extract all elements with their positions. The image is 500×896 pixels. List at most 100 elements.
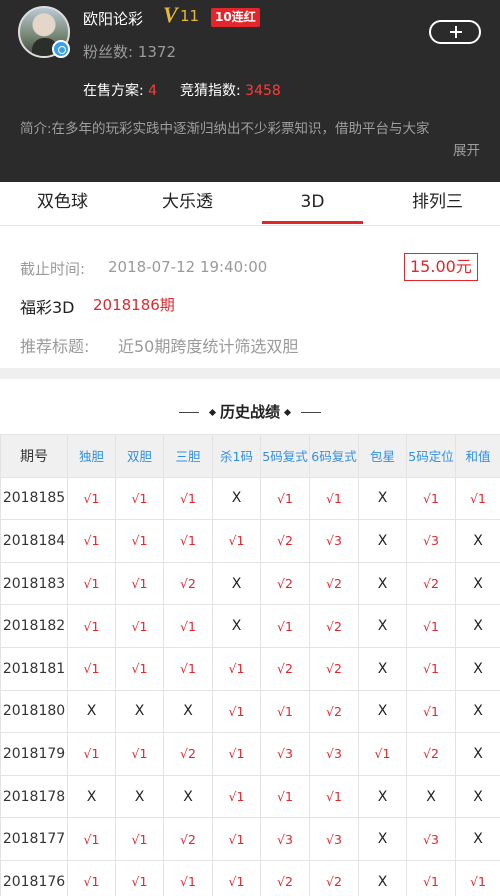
result-cell: √1 (309, 476, 359, 521)
result-cell: √2 (163, 817, 213, 861)
history-table: 期号 独胆 双胆 三胆 杀1码 5码复式 6码复式 包星 5码定位 和值 201… (0, 434, 500, 896)
tab-pailiesan[interactable]: 排列三 (375, 182, 500, 225)
column-header: 独胆 (67, 434, 116, 478)
result-cell: √1 (212, 519, 261, 563)
result-cell: √2 (260, 859, 310, 896)
result-cell: √1 (212, 646, 261, 691)
result-cell: X (455, 646, 500, 691)
tab-shuangseqiu[interactable]: 双色球 (0, 182, 125, 225)
intro: 简介:在多年的玩彩实践中逐渐归纳出不少彩票知识，借助平台与大家 展开 (20, 118, 480, 162)
plan-info: 截止时间: 2018-07-12 19:40:00 15.00元 福彩3D 20… (0, 226, 500, 368)
result-cell: X (212, 604, 261, 648)
result-cell: √1 (260, 689, 310, 734)
result-cell: √1 (115, 561, 164, 606)
result-cell: √1 (115, 646, 164, 691)
result-cell: X (212, 476, 261, 521)
result-cell: √1 (406, 859, 456, 896)
result-cell: √1 (67, 519, 116, 563)
recommend-title-label: 推荐标题: (20, 337, 90, 356)
issue-cell: 2018178 (0, 774, 68, 819)
column-header: 双胆 (115, 434, 164, 478)
lottery-tabs: 双色球 大乐透 3D 排列三 (0, 182, 500, 226)
result-cell: √3 (406, 519, 456, 563)
on-sale-label: 在售方案: (83, 83, 149, 99)
result-cell: √1 (67, 732, 116, 776)
streak-badge: 10连红 (211, 8, 260, 27)
table-row: 2018176 √1 √1 √1 √1 √2 √2 X √1 √1 (0, 859, 500, 896)
result-cell: √1 (67, 859, 116, 896)
issue-cell: 2018176 (0, 859, 68, 896)
table-row: 2018177 √1 √1 √2 √1 √3 √3 X √3 X (0, 817, 500, 861)
result-cell: √1 (67, 604, 116, 648)
guess-index-stat: 竞猜指数: 3458 (180, 80, 281, 100)
result-cell: √3 (260, 732, 310, 776)
result-cell: X (67, 774, 116, 819)
result-cell: √2 (309, 859, 359, 896)
result-cell: √1 (455, 859, 500, 896)
result-cell: √1 (163, 604, 213, 648)
column-header: 杀1码 (212, 434, 261, 478)
result-cell: X (358, 561, 407, 606)
result-cell: X (455, 519, 500, 563)
result-cell: √1 (212, 859, 261, 896)
result-cell: √2 (163, 732, 213, 776)
result-cell: √1 (406, 604, 456, 648)
follow-plus-button[interactable] (429, 20, 481, 44)
result-cell: √1 (67, 476, 116, 521)
issue-cell: 2018182 (0, 604, 68, 648)
table-row: 2018181 √1 √1 √1 √1 √2 √2 X √1 X (0, 646, 500, 691)
vip-level: 11 (180, 7, 200, 25)
result-cell: √1 (212, 774, 261, 819)
tab-3d[interactable]: 3D (250, 182, 375, 225)
result-cell: X (455, 561, 500, 606)
history-title: 历史战绩 (0, 401, 500, 422)
result-cell: √2 (309, 604, 359, 648)
result-cell: √1 (212, 689, 261, 734)
result-cell: √2 (260, 561, 310, 606)
result-cell: X (115, 689, 164, 734)
deadline-value: 2018-07-12 19:40:00 (108, 258, 268, 276)
issue-cell: 2018179 (0, 732, 68, 776)
result-cell: √3 (406, 817, 456, 861)
column-header: 期号 (0, 434, 68, 478)
result-cell: √2 (163, 561, 213, 606)
result-cell: √2 (309, 646, 359, 691)
column-header: 和值 (455, 434, 500, 478)
intro-expand-link[interactable]: 展开 (20, 140, 480, 162)
result-cell: √3 (260, 817, 310, 861)
tab-daletou[interactable]: 大乐透 (125, 182, 250, 225)
result-cell: X (358, 646, 407, 691)
result-cell: X (358, 689, 407, 734)
result-cell: √1 (163, 476, 213, 521)
result-cell: √2 (260, 519, 310, 563)
profile-header: 欧阳论彩 V 11 10连红 粉丝数: 1372 在售方案: 4 竞猜指数: 3… (0, 0, 500, 182)
table-row: 2018185 √1 √1 √1 X √1 √1 X √1 √1 (0, 476, 500, 521)
fans-count: 粉丝数: 1372 (83, 43, 176, 61)
history-header-row: 期号 独胆 双胆 三胆 杀1码 5码复式 6码复式 包星 5码定位 和值 (0, 434, 500, 478)
result-cell: √1 (212, 817, 261, 861)
result-cell: √1 (406, 689, 456, 734)
result-cell: X (67, 689, 116, 734)
result-cell: √1 (309, 774, 359, 819)
result-cell: √1 (115, 859, 164, 896)
dash-right (301, 412, 321, 413)
price-button[interactable]: 15.00元 (404, 253, 478, 281)
result-cell: √2 (309, 561, 359, 606)
table-row: 2018184 √1 √1 √1 √1 √2 √3 X √3 X (0, 519, 500, 563)
result-cell: √3 (309, 732, 359, 776)
deadline-label: 截止时间: (20, 260, 86, 278)
result-cell: √1 (260, 774, 310, 819)
table-row: 2018179 √1 √1 √2 √1 √3 √3 √1 √2 X (0, 732, 500, 776)
result-cell: √2 (406, 561, 456, 606)
issue-cell: 2018180 (0, 689, 68, 734)
result-cell: √1 (115, 732, 164, 776)
result-cell: X (455, 732, 500, 776)
column-header: 6码复式 (309, 434, 359, 478)
result-cell: X (358, 817, 407, 861)
result-cell: √3 (309, 817, 359, 861)
history-title-text: 历史战绩 (219, 403, 280, 421)
result-cell: X (163, 774, 213, 819)
result-cell: √1 (115, 604, 164, 648)
result-cell: √1 (212, 732, 261, 776)
result-cell: X (455, 774, 500, 819)
